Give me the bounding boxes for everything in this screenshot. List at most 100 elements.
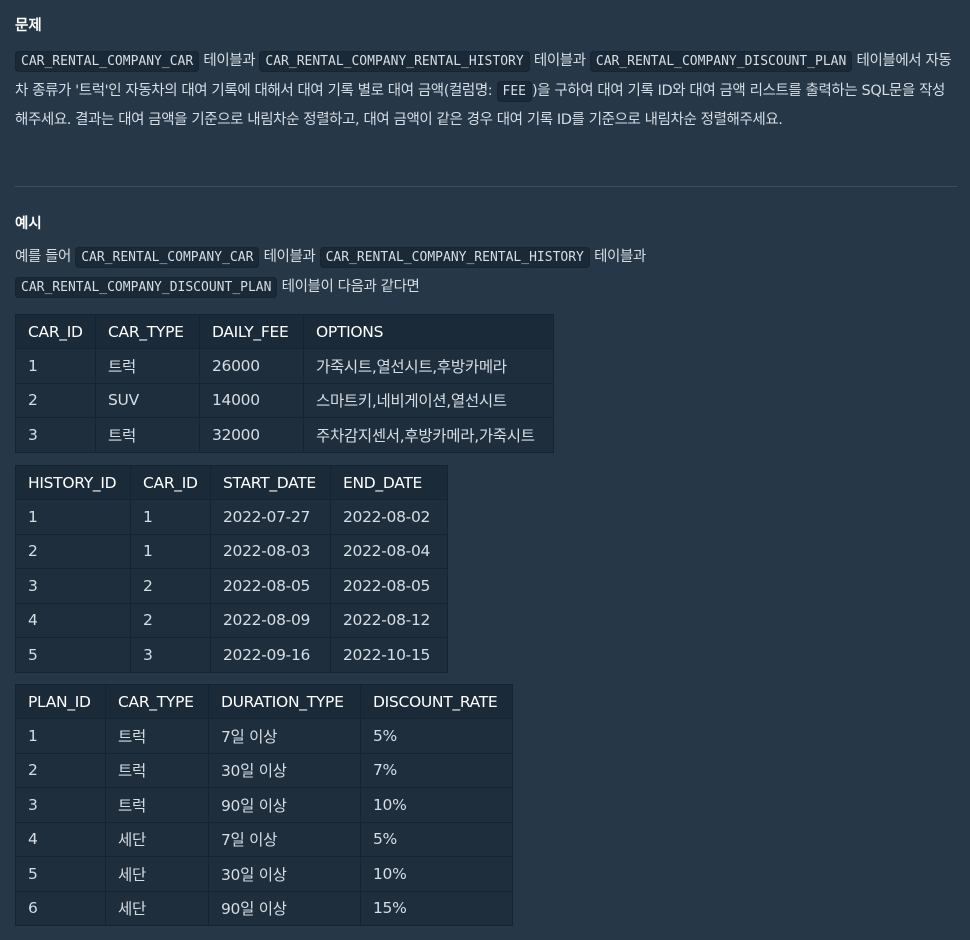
table-cell: 주차감지센서,후방카메라,가죽시트 — [303, 417, 554, 453]
table-cell: 스마트키,네비게이션,열선시트 — [303, 382, 554, 418]
table-cell: 6 — [15, 890, 106, 926]
table-cell: SUV — [95, 382, 200, 418]
table-cell: 1 — [130, 499, 211, 535]
text-segment: 테이블과 — [594, 249, 646, 265]
text-segment: 테이블과 — [533, 53, 586, 69]
table-cell: 2 — [15, 382, 96, 418]
column-header: HISTORY_ID — [15, 465, 131, 500]
table-header-row: CAR_ID CAR_TYPE DAILY_FEE OPTIONS — [15, 314, 554, 349]
text-segment: 테이블과 — [263, 249, 316, 265]
table-cell: 5% — [360, 821, 513, 857]
table-cell: 2 — [15, 533, 131, 569]
rental-history-table: HISTORY_ID CAR_ID START_DATE END_DATE 1 … — [15, 465, 448, 673]
table-cell: 트럭 — [105, 718, 209, 754]
table-cell: 2 — [130, 602, 211, 638]
table-row: 4 세단 7일 이상 5% — [15, 821, 513, 857]
example-description: 예를 들어 CAR_RENTAL_COMPANY_CAR 테이블과 CAR_RE… — [15, 243, 955, 302]
table-cell: 14000 — [199, 382, 304, 418]
table-cell: 2022-08-02 — [330, 499, 448, 535]
table-cell: 2022-09-16 — [210, 637, 331, 673]
code-plan-table: CAR_RENTAL_COMPANY_DISCOUNT_PLAN — [15, 276, 278, 298]
table-cell: 7% — [360, 752, 513, 788]
table-header-row: HISTORY_ID CAR_ID START_DATE END_DATE — [15, 465, 448, 500]
table-cell: 5% — [360, 718, 513, 754]
table-cell: 3 — [15, 568, 131, 604]
column-header: CAR_TYPE — [105, 684, 209, 719]
table-cell: 26000 — [199, 348, 304, 384]
table-cell: 32000 — [199, 417, 304, 453]
table-cell: 2 — [15, 752, 106, 788]
column-header: START_DATE — [210, 465, 331, 500]
table-cell: 2022-08-05 — [210, 568, 331, 604]
table-cell: 1 — [15, 348, 96, 384]
column-header: CAR_TYPE — [95, 314, 200, 349]
example-heading: 예시 — [15, 216, 42, 232]
text-segment: 예를 들어 — [15, 249, 71, 265]
table-cell: 5 — [15, 637, 131, 673]
column-header: OPTIONS — [303, 314, 554, 349]
table-row: 5 3 2022-09-16 2022-10-15 — [15, 637, 448, 673]
table-row: 2 1 2022-08-03 2022-08-04 — [15, 533, 448, 569]
column-header: DAILY_FEE — [199, 314, 304, 349]
code-plan-table: CAR_RENTAL_COMPANY_DISCOUNT_PLAN — [589, 51, 853, 72]
table-row: 4 2 2022-08-09 2022-08-12 — [15, 602, 448, 638]
table-row: 1 1 2022-07-27 2022-08-02 — [15, 499, 448, 535]
table-cell: 30일 이상 — [208, 856, 361, 892]
table-cell: 3 — [130, 637, 211, 673]
text-segment: 테이블이 다음과 같다면 — [281, 278, 420, 295]
table-cell: 세단 — [105, 856, 209, 892]
column-header: PLAN_ID — [15, 684, 106, 719]
table-row: 2 SUV 14000 스마트키,네비게이션,열선시트 — [15, 382, 554, 418]
code-car-table: CAR_RENTAL_COMPANY_CAR — [75, 247, 260, 268]
table-row: 5 세단 30일 이상 10% — [15, 856, 513, 892]
table-cell: 가죽시트,열선시트,후방카메라 — [303, 348, 554, 384]
column-header: CAR_ID — [130, 465, 211, 500]
table-cell: 세단 — [105, 821, 209, 857]
text-segment: 테이블과 — [203, 53, 256, 69]
problem-description: CAR_RENTAL_COMPANY_CAR 테이블과 CAR_RENTAL_C… — [15, 47, 955, 135]
table-cell: 2022-10-15 — [330, 637, 448, 673]
table-cell: 10% — [360, 787, 513, 823]
car-table: CAR_ID CAR_TYPE DAILY_FEE OPTIONS 1 트럭 2… — [15, 314, 554, 453]
table-cell: 1 — [15, 499, 131, 535]
table-cell: 2022-08-05 — [330, 568, 448, 604]
table-cell: 7일 이상 — [208, 718, 361, 754]
table-cell: 2022-08-12 — [330, 602, 448, 638]
table-cell: 3 — [15, 417, 96, 453]
table-cell: 90일 이상 — [208, 890, 361, 926]
table-cell: 세단 — [105, 890, 209, 926]
column-header: DURATION_TYPE — [208, 684, 361, 719]
table-cell: 2022-08-03 — [210, 533, 331, 569]
code-car-table: CAR_RENTAL_COMPANY_CAR — [15, 51, 200, 72]
table-cell: 1 — [15, 718, 106, 754]
table-header-row: PLAN_ID CAR_TYPE DURATION_TYPE DISCOUNT_… — [15, 684, 513, 719]
table-cell: 2022-07-27 — [210, 499, 331, 535]
code-history-table: CAR_RENTAL_COMPANY_RENTAL_HISTORY — [319, 247, 590, 268]
column-header: DISCOUNT_RATE — [360, 684, 513, 719]
table-cell: 2 — [130, 568, 211, 604]
table-row: 3 트럭 90일 이상 10% — [15, 787, 513, 823]
discount-plan-table: PLAN_ID CAR_TYPE DURATION_TYPE DISCOUNT_… — [15, 684, 513, 926]
table-cell: 트럭 — [105, 752, 209, 788]
table-cell: 1 — [130, 533, 211, 569]
table-cell: 2022-08-04 — [330, 533, 448, 569]
table-cell: 4 — [15, 602, 131, 638]
table-cell: 30일 이상 — [208, 752, 361, 788]
table-cell: 90일 이상 — [208, 787, 361, 823]
column-header: CAR_ID — [15, 314, 96, 349]
table-cell: 5 — [15, 856, 106, 892]
table-cell: 15% — [360, 890, 513, 926]
table-row: 6 세단 90일 이상 15% — [15, 890, 513, 926]
table-cell: 트럭 — [95, 348, 200, 384]
table-row: 3 트럭 32000 주차감지센서,후방카메라,가죽시트 — [15, 417, 554, 453]
table-cell: 7일 이상 — [208, 821, 361, 857]
table-cell: 트럭 — [105, 787, 209, 823]
table-cell: 트럭 — [95, 417, 200, 453]
table-cell: 2022-08-09 — [210, 602, 331, 638]
column-header: END_DATE — [330, 465, 448, 500]
table-cell: 3 — [15, 787, 106, 823]
table-row: 2 트럭 30일 이상 7% — [15, 752, 513, 788]
problem-heading: 문제 — [15, 18, 42, 34]
code-history-table: CAR_RENTAL_COMPANY_RENTAL_HISTORY — [259, 51, 530, 72]
section-divider — [15, 186, 957, 187]
